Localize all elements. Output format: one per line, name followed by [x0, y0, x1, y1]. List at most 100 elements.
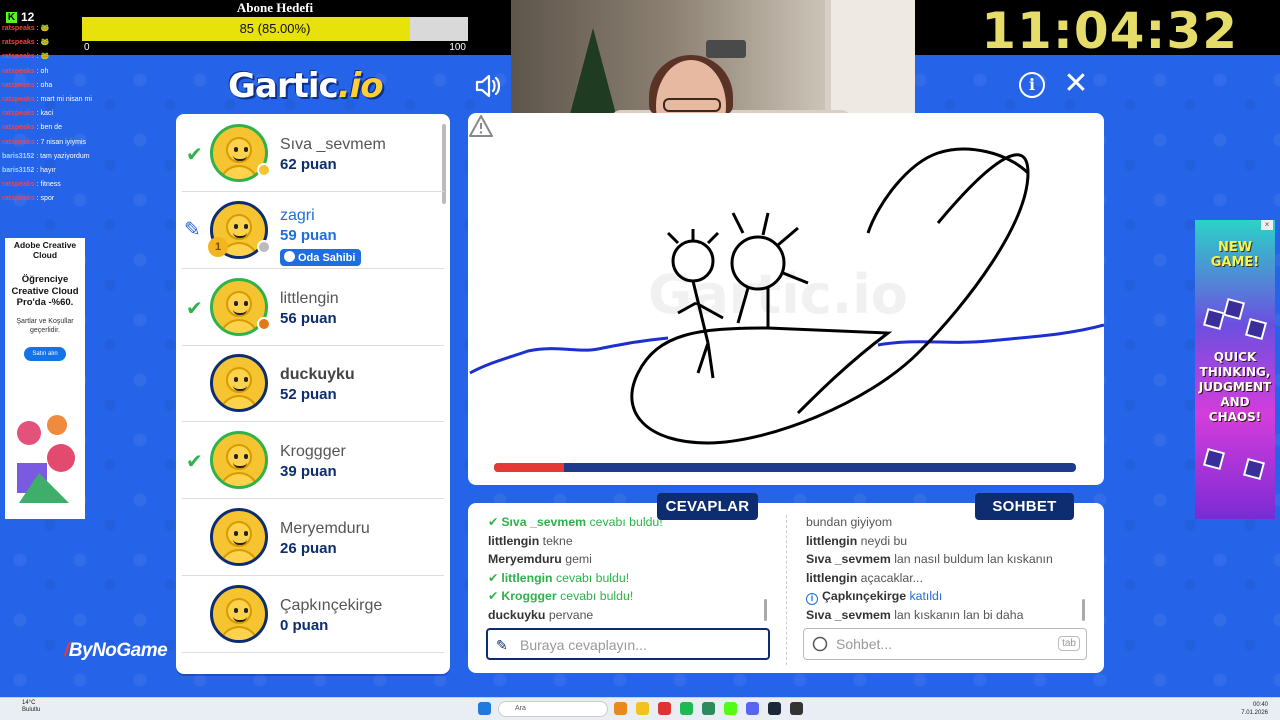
message-row: ✔ littlengin cevabı buldu!: [488, 569, 768, 588]
folder-icon[interactable]: [636, 702, 649, 715]
message-user: Sıva _sevmem: [806, 552, 891, 567]
overlay-chat-line: ratspeaks : ben de: [2, 124, 62, 132]
player-row[interactable]: ✎ 1 zagri 59 puan Oda Sahibi: [182, 193, 444, 269]
check-icon: ✔: [488, 515, 499, 529]
ad-brand: Adobe Creative Cloud: [13, 240, 77, 260]
status-dot: [257, 163, 271, 177]
overlay-chat-text: tam yaziyordum: [40, 152, 90, 160]
app-icon[interactable]: [614, 702, 627, 715]
overlay-chat-line: ratspeaks : 7 nisan iyiymis: [2, 138, 87, 146]
discord-icon[interactable]: [746, 702, 759, 715]
answer-input[interactable]: [520, 633, 750, 657]
overlay-chat-line: ratspeaks : oh: [2, 67, 49, 75]
ad-buy-button[interactable]: Satın alın: [24, 346, 66, 361]
ad-tagline: QUICK THINKING, JUDGMENT AND CHAOS!: [1198, 350, 1272, 424]
check-icon: ✔: [186, 451, 203, 474]
message-row: duckuyku pervane: [488, 606, 768, 625]
info-button[interactable]: i: [1019, 72, 1045, 98]
overlay-chat-line: baris3152 : tam yaziyordum: [2, 152, 90, 160]
message-user: Kroggger: [501, 589, 557, 604]
player-name: Meryemduru: [280, 520, 370, 537]
pencil-icon: ✎: [496, 637, 508, 653]
message-row: Sıva _sevmem lan nasıl buldum lan kıskan…: [806, 550, 1086, 569]
chat-scrollbar[interactable]: [1082, 599, 1085, 621]
check-icon: ✔: [186, 297, 203, 320]
overlay-chat-text: kaci: [40, 110, 53, 118]
message-text: tekne: [542, 533, 573, 548]
avatar: [210, 508, 268, 566]
start-icon[interactable]: [478, 702, 491, 715]
ad-close-icon[interactable]: ×: [1261, 220, 1273, 230]
tab-key-hint: tab: [1058, 636, 1080, 651]
trophy-icon: 1: [208, 236, 228, 257]
message-user: Çapkınçekirge: [822, 589, 907, 604]
windows-taskbar: 14°C Bulutlu Ara 00:40 7.01.2026: [0, 697, 1280, 720]
player-row[interactable]: Meryemduru 26 puan: [182, 500, 444, 576]
browser-icon[interactable]: [658, 702, 671, 715]
drawing-canvas[interactable]: Gartic.io: [468, 113, 1104, 485]
message-text: katıldı: [909, 589, 943, 604]
info-icon: i: [1028, 75, 1036, 94]
player-name: Sıva _sevmem: [280, 136, 386, 153]
kick-icon: K: [6, 11, 17, 23]
avatar: [210, 354, 268, 413]
overlay-chat-text: mart mi nisan mi: [40, 95, 92, 103]
player-name: duckuyku: [280, 366, 355, 384]
room-owner-badge: Oda Sahibi: [280, 248, 362, 266]
kick-icon[interactable]: [724, 702, 737, 715]
ad-new-game: NEW GAME!: [1210, 240, 1260, 270]
message-row: Meryemduru gemi: [488, 550, 768, 569]
player-row[interactable]: ✔ Kroggger 39 puan: [182, 423, 444, 500]
overlay-chat-text: 🐸: [40, 53, 50, 61]
answers-list[interactable]: ✔ Sıva _sevmem cevabı buldu! littlengin te…: [488, 513, 768, 625]
adobe-ad[interactable]: Adobe Creative Cloud Öğrenciye Creative …: [5, 238, 85, 519]
bynogame-watermark: /ByNoGame: [64, 640, 168, 661]
report-icon[interactable]: [468, 113, 494, 139]
svg-text:Gartic.io: Gartic.io: [648, 263, 908, 326]
player-row[interactable]: Çapkınçekirge 0 puan: [182, 577, 444, 653]
pencil-icon: ✎: [184, 218, 201, 241]
app-icon[interactable]: [790, 702, 803, 715]
message-user: littlengin: [488, 533, 540, 548]
goal-max: 100: [449, 42, 466, 53]
ad-terms: Şartlar ve Koşullar geçerlidir.: [16, 317, 74, 334]
player-list[interactable]: ✔ Sıva _sevmem 62 puan ✎ 1 zagri 59 puan Oda Sa…: [176, 114, 450, 674]
message-row: littlengin açacaklar...: [806, 569, 1086, 588]
app-icon[interactable]: [702, 702, 715, 715]
ad-card-icon: [1242, 457, 1266, 481]
overlay-chat-line: ratspeaks : 🐸: [2, 53, 50, 61]
panel-divider: [786, 515, 787, 665]
overlay-chat-line: ratspeaks : kaci: [2, 110, 53, 118]
player-score: 26 puan: [280, 540, 337, 557]
answer-field[interactable]: ✎: [486, 628, 770, 660]
drawing: Gartic.io: [469, 147, 1104, 445]
player-row[interactable]: ✔ littlengin 56 puan: [182, 270, 444, 346]
message-text: cevabı buldu!: [560, 589, 634, 604]
overlay-chat-text: spor: [40, 195, 55, 203]
message-text: lan nasıl buldum lan kıskanın: [894, 552, 1053, 567]
close-button[interactable]: ✕: [1062, 69, 1090, 100]
player-row[interactable]: ✔ Sıva _sevmem 62 puan: [182, 116, 444, 192]
steam-icon[interactable]: [768, 702, 781, 715]
message-text: bundan giyiyom: [806, 515, 893, 529]
sound-button[interactable]: [474, 72, 502, 100]
taskbar-search[interactable]: Ara: [498, 701, 608, 717]
chat-input[interactable]: [836, 632, 1066, 656]
message-user: Meryemduru: [488, 552, 562, 567]
overlay-chat-user: ratspeaks: [2, 181, 35, 189]
overlay-chat-user: baris3152: [2, 152, 35, 160]
chat-list[interactable]: bundan giyiyom littlengin neydi bu Sıva _s…: [806, 513, 1086, 625]
overlay-chat-text: oh: [40, 67, 49, 75]
stream-overlay-chat: ratspeaks : 🐸 ratspeaks : 🐸 ratspeaks : 🐸 r…: [2, 22, 182, 206]
status-dot: [257, 239, 271, 254]
avatar: [210, 584, 268, 643]
player-row[interactable]: duckuyku 52 puan: [182, 346, 444, 423]
message-user: duckuyku: [488, 607, 546, 622]
message-user: littlengin: [806, 570, 858, 585]
answers-scrollbar[interactable]: [764, 599, 767, 621]
spotify-icon[interactable]: [680, 702, 693, 715]
game-ad[interactable]: × NEW GAME! QUICK THINKING, JUDGMENT AND…: [1195, 220, 1275, 519]
chat-field[interactable]: tab: [803, 628, 1087, 660]
weather-widget[interactable]: 14°C Bulutlu: [22, 700, 40, 714]
ad-artwork: [17, 415, 75, 503]
